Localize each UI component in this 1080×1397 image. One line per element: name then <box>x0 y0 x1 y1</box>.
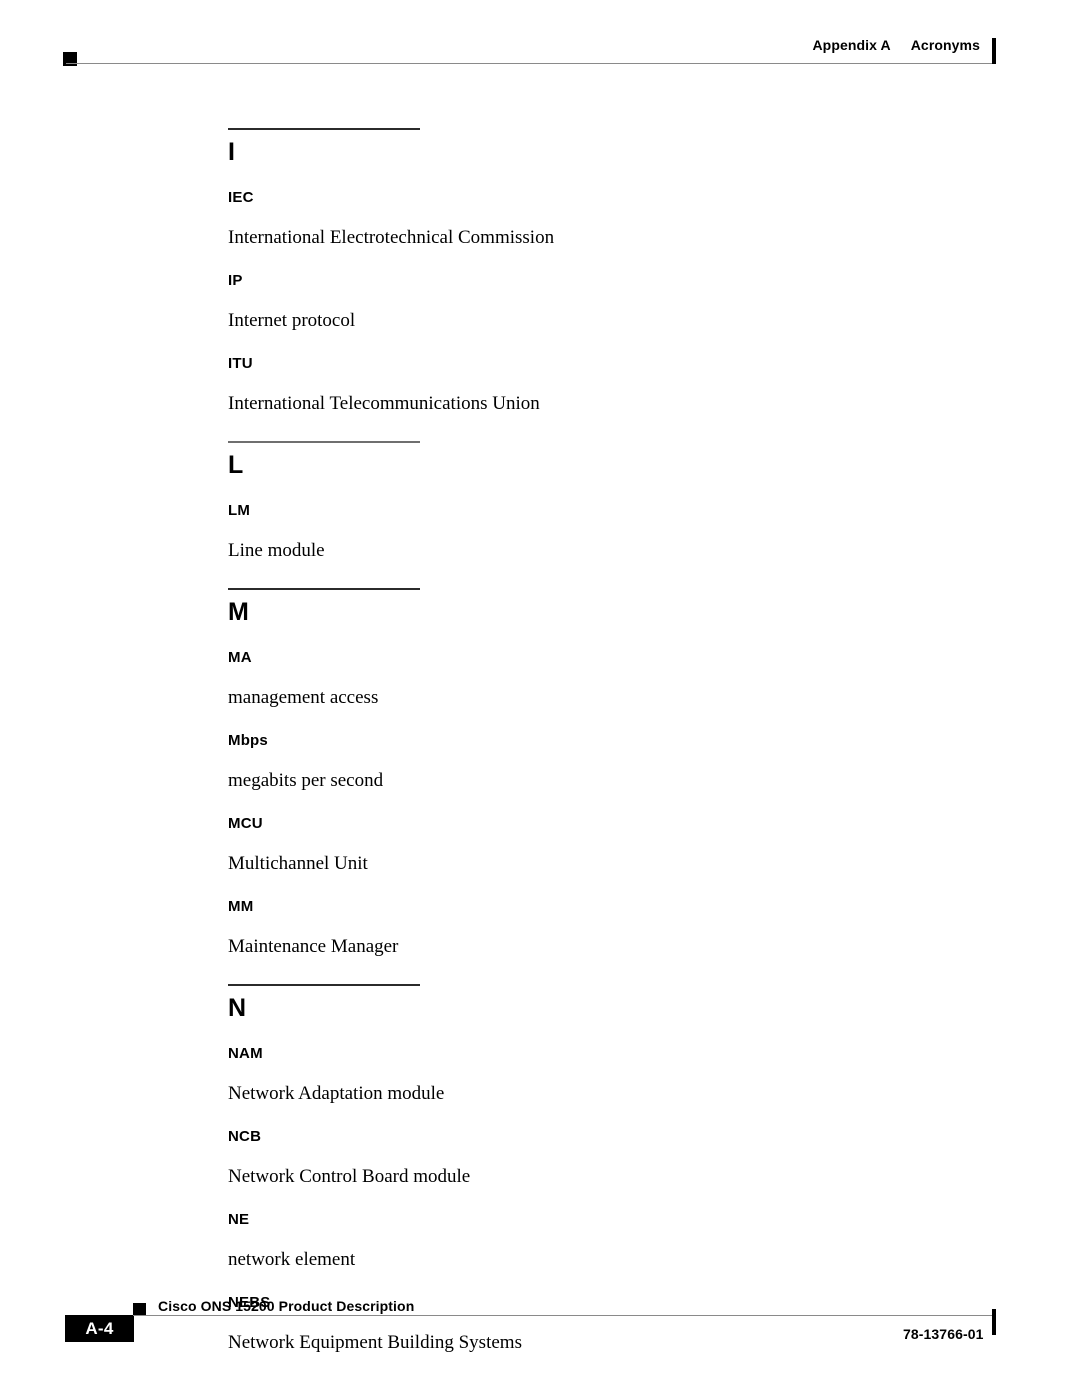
footer-document-title: Cisco ONS 15200 Product Description <box>158 1298 415 1314</box>
header-appendix-label: Appendix A <box>812 37 891 53</box>
acronym-entry: NE network element <box>228 1211 928 1270</box>
acronym-definition: Line module <box>228 540 325 561</box>
letter-section-m: M MA management access Mbps megabits per… <box>228 588 928 957</box>
header-divider-rule <box>66 63 995 64</box>
acronym-definition: Maintenance Manager <box>228 936 399 957</box>
letter-heading: I <box>228 138 235 166</box>
acronym-term: IP <box>228 272 243 289</box>
acronym-entry: MCU Multichannel Unit <box>228 815 928 874</box>
acronym-definition: Network Control Board module <box>228 1166 471 1187</box>
acronym-definition: network element <box>228 1249 356 1270</box>
acronym-term: IEC <box>228 189 254 206</box>
header-section-label: Acronyms <box>910 37 980 53</box>
acronym-definition: management access <box>228 687 379 708</box>
acronym-term: MCU <box>228 815 263 832</box>
document-page: { "header": { "appendix_label": "Appendi… <box>0 0 1080 1397</box>
acronym-entry: IEC International Electrotechnical Commi… <box>228 189 928 248</box>
acronym-entry: ITU International Telecommunications Uni… <box>228 355 928 414</box>
section-divider-rule <box>228 984 420 986</box>
page-number-badge: A-4 <box>65 1315 134 1342</box>
letter-heading: L <box>228 451 244 479</box>
letter-section-l: L LM Line module <box>228 441 928 561</box>
page-number-label: A-4 <box>85 1319 114 1338</box>
acronym-entry: MM Maintenance Manager <box>228 898 928 957</box>
acronym-term: NCB <box>228 1128 262 1145</box>
acronym-term: LM <box>228 502 251 519</box>
acronym-definition: International Electrotechnical Commissio… <box>228 227 555 248</box>
section-divider-rule <box>228 441 420 443</box>
acronym-definition: International Telecommunications Union <box>228 393 540 414</box>
acronym-entry: MA management access <box>228 649 928 708</box>
letter-heading: M <box>228 598 249 626</box>
footer-document-number: 78-13766-01 <box>903 1326 984 1342</box>
page-header: Appendix A Acronyms <box>0 0 1080 90</box>
acronym-term: Mbps <box>228 732 268 749</box>
acronym-term: ITU <box>228 355 253 372</box>
acronym-term: MM <box>228 898 254 915</box>
acronym-entry: NCB Network Control Board module <box>228 1128 928 1187</box>
acronym-term: NAM <box>228 1045 263 1062</box>
section-divider-rule <box>228 588 420 590</box>
acronym-entry: Mbps megabits per second <box>228 732 928 791</box>
acronym-definition: megabits per second <box>228 770 384 791</box>
page-footer: A-4 Cisco ONS 15200 Product Description … <box>0 1287 1080 1397</box>
acronym-definition: Network Adaptation module <box>228 1083 445 1104</box>
acronym-entry: IP Internet protocol <box>228 272 928 331</box>
acronym-term: MA <box>228 649 252 666</box>
acronym-term: NE <box>228 1211 250 1228</box>
acronym-list: I IEC International Electrotechnical Com… <box>228 128 928 1353</box>
footer-divider-rule <box>133 1315 995 1316</box>
header-end-bar-icon <box>992 38 996 64</box>
acronym-definition: Internet protocol <box>228 310 356 331</box>
acronym-entry: LM Line module <box>228 502 928 561</box>
section-divider-rule <box>228 128 420 130</box>
letter-heading: N <box>228 994 247 1022</box>
letter-section-i: I IEC International Electrotechnical Com… <box>228 128 928 414</box>
header-breadcrumb: Appendix A Acronyms <box>812 37 980 53</box>
footer-end-bar-icon <box>992 1309 996 1335</box>
acronym-entry: NAM Network Adaptation module <box>228 1045 928 1104</box>
acronym-definition: Multichannel Unit <box>228 853 368 874</box>
